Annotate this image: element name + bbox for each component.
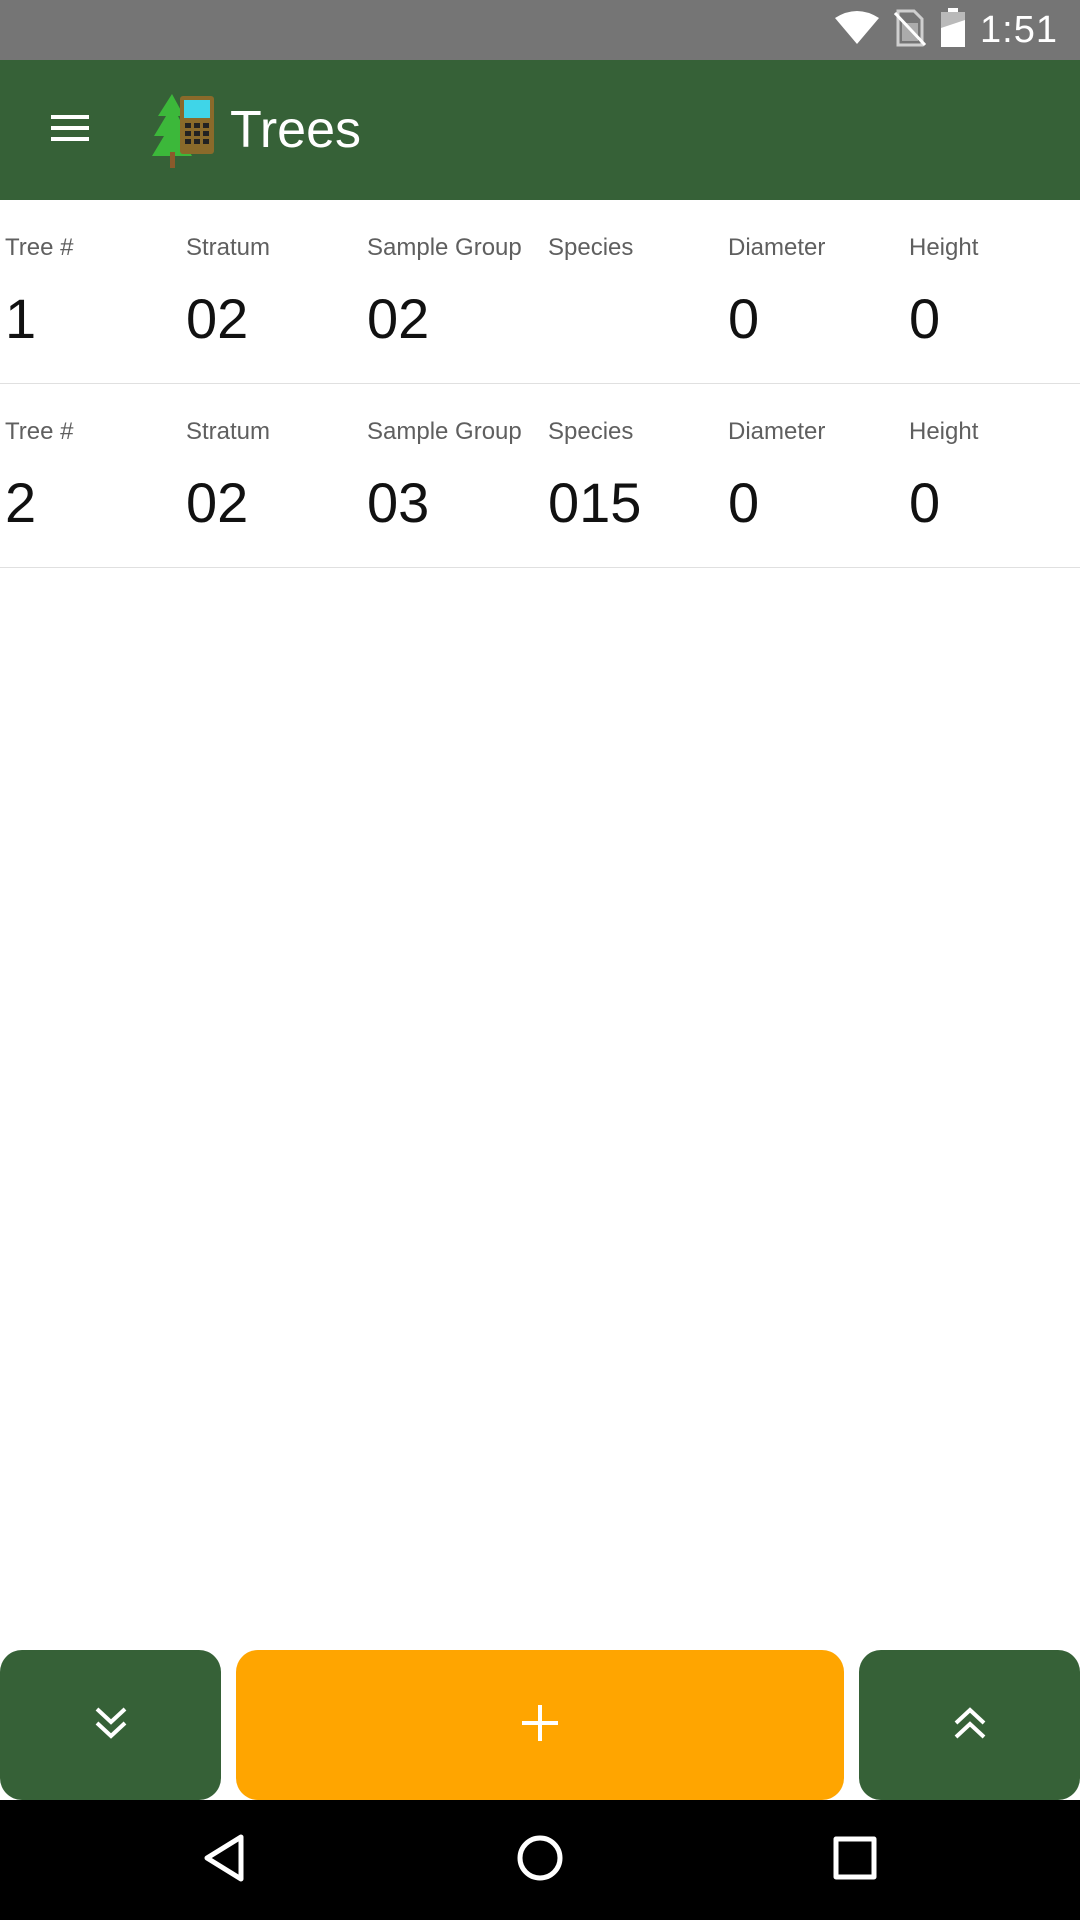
double-chevron-down-icon <box>94 1705 128 1746</box>
home-icon <box>515 1833 565 1888</box>
wifi-icon <box>834 10 880 51</box>
tree-row[interactable]: Tree # 1 Stratum 02 Sample Group 02 Spec… <box>0 200 1080 384</box>
battery-charging-icon <box>940 7 966 53</box>
sample-group-value: 03 <box>367 471 430 534</box>
tree-num-value: 2 <box>5 471 37 534</box>
species-cell: Species <box>548 200 728 384</box>
status-bar: 1:51 <box>0 0 1080 60</box>
species-value: 015 <box>548 471 642 534</box>
double-chevron-up-icon <box>953 1705 987 1746</box>
stratum-cell: Stratum 02 <box>186 384 366 568</box>
diameter-label: Diameter <box>728 234 826 261</box>
system-nav-bar <box>0 1800 1080 1920</box>
sample-group-cell: Sample Group 03 <box>367 384 547 568</box>
app-bar: Trees <box>0 60 1080 200</box>
stratum-value: 02 <box>186 287 249 350</box>
back-icon <box>201 1833 251 1888</box>
sample-group-label: Sample Group <box>367 418 522 445</box>
page-title: Trees <box>230 101 361 159</box>
species-cell: Species 015 <box>548 384 728 568</box>
tree-num-value: 1 <box>5 287 37 350</box>
stratum-label: Stratum <box>186 234 271 261</box>
species-label: Species <box>548 234 634 261</box>
scroll-up-button[interactable] <box>859 1650 1080 1800</box>
recents-icon <box>830 1833 880 1888</box>
stratum-label: Stratum <box>186 418 271 445</box>
sample-group-cell: Sample Group 02 <box>367 200 547 384</box>
add-tree-button[interactable] <box>236 1650 844 1800</box>
recents-button[interactable] <box>815 1820 895 1900</box>
diameter-value: 0 <box>728 471 760 534</box>
scroll-down-button[interactable] <box>0 1650 221 1800</box>
diameter-label: Diameter <box>728 418 826 445</box>
height-value: 0 <box>909 471 941 534</box>
tree-num-cell: Tree # 1 <box>5 200 185 384</box>
height-value: 0 <box>909 287 941 350</box>
app-logo-icon <box>150 90 220 170</box>
tree-num-label: Tree # <box>5 418 74 445</box>
height-label: Height <box>909 234 979 261</box>
stratum-value: 02 <box>186 471 249 534</box>
back-button[interactable] <box>186 1820 266 1900</box>
diameter-cell: Diameter 0 <box>728 200 908 384</box>
sample-group-label: Sample Group <box>367 234 522 261</box>
tree-num-label: Tree # <box>5 234 74 261</box>
height-cell: Height 0 <box>909 200 1080 384</box>
height-label: Height <box>909 418 979 445</box>
species-label: Species <box>548 418 634 445</box>
height-cell: Height 0 <box>909 384 1080 568</box>
tree-list: Tree # 1 Stratum 02 Sample Group 02 Spec… <box>0 200 1080 568</box>
tree-row[interactable]: Tree # 2 Stratum 02 Sample Group 03 Spec… <box>0 384 1080 568</box>
tree-num-cell: Tree # 2 <box>5 384 185 568</box>
status-time: 1:51 <box>980 8 1058 51</box>
plus-icon <box>520 1703 560 1748</box>
diameter-value: 0 <box>728 287 760 350</box>
sample-group-value: 02 <box>367 287 430 350</box>
menu-icon <box>51 114 89 147</box>
menu-button[interactable] <box>30 90 110 170</box>
home-button[interactable] <box>500 1820 580 1900</box>
no-sim-icon <box>893 9 927 52</box>
status-icons: 1:51 <box>834 0 1058 60</box>
diameter-cell: Diameter 0 <box>728 384 908 568</box>
stratum-cell: Stratum 02 <box>186 200 366 384</box>
bottom-action-bar <box>0 1650 1080 1800</box>
